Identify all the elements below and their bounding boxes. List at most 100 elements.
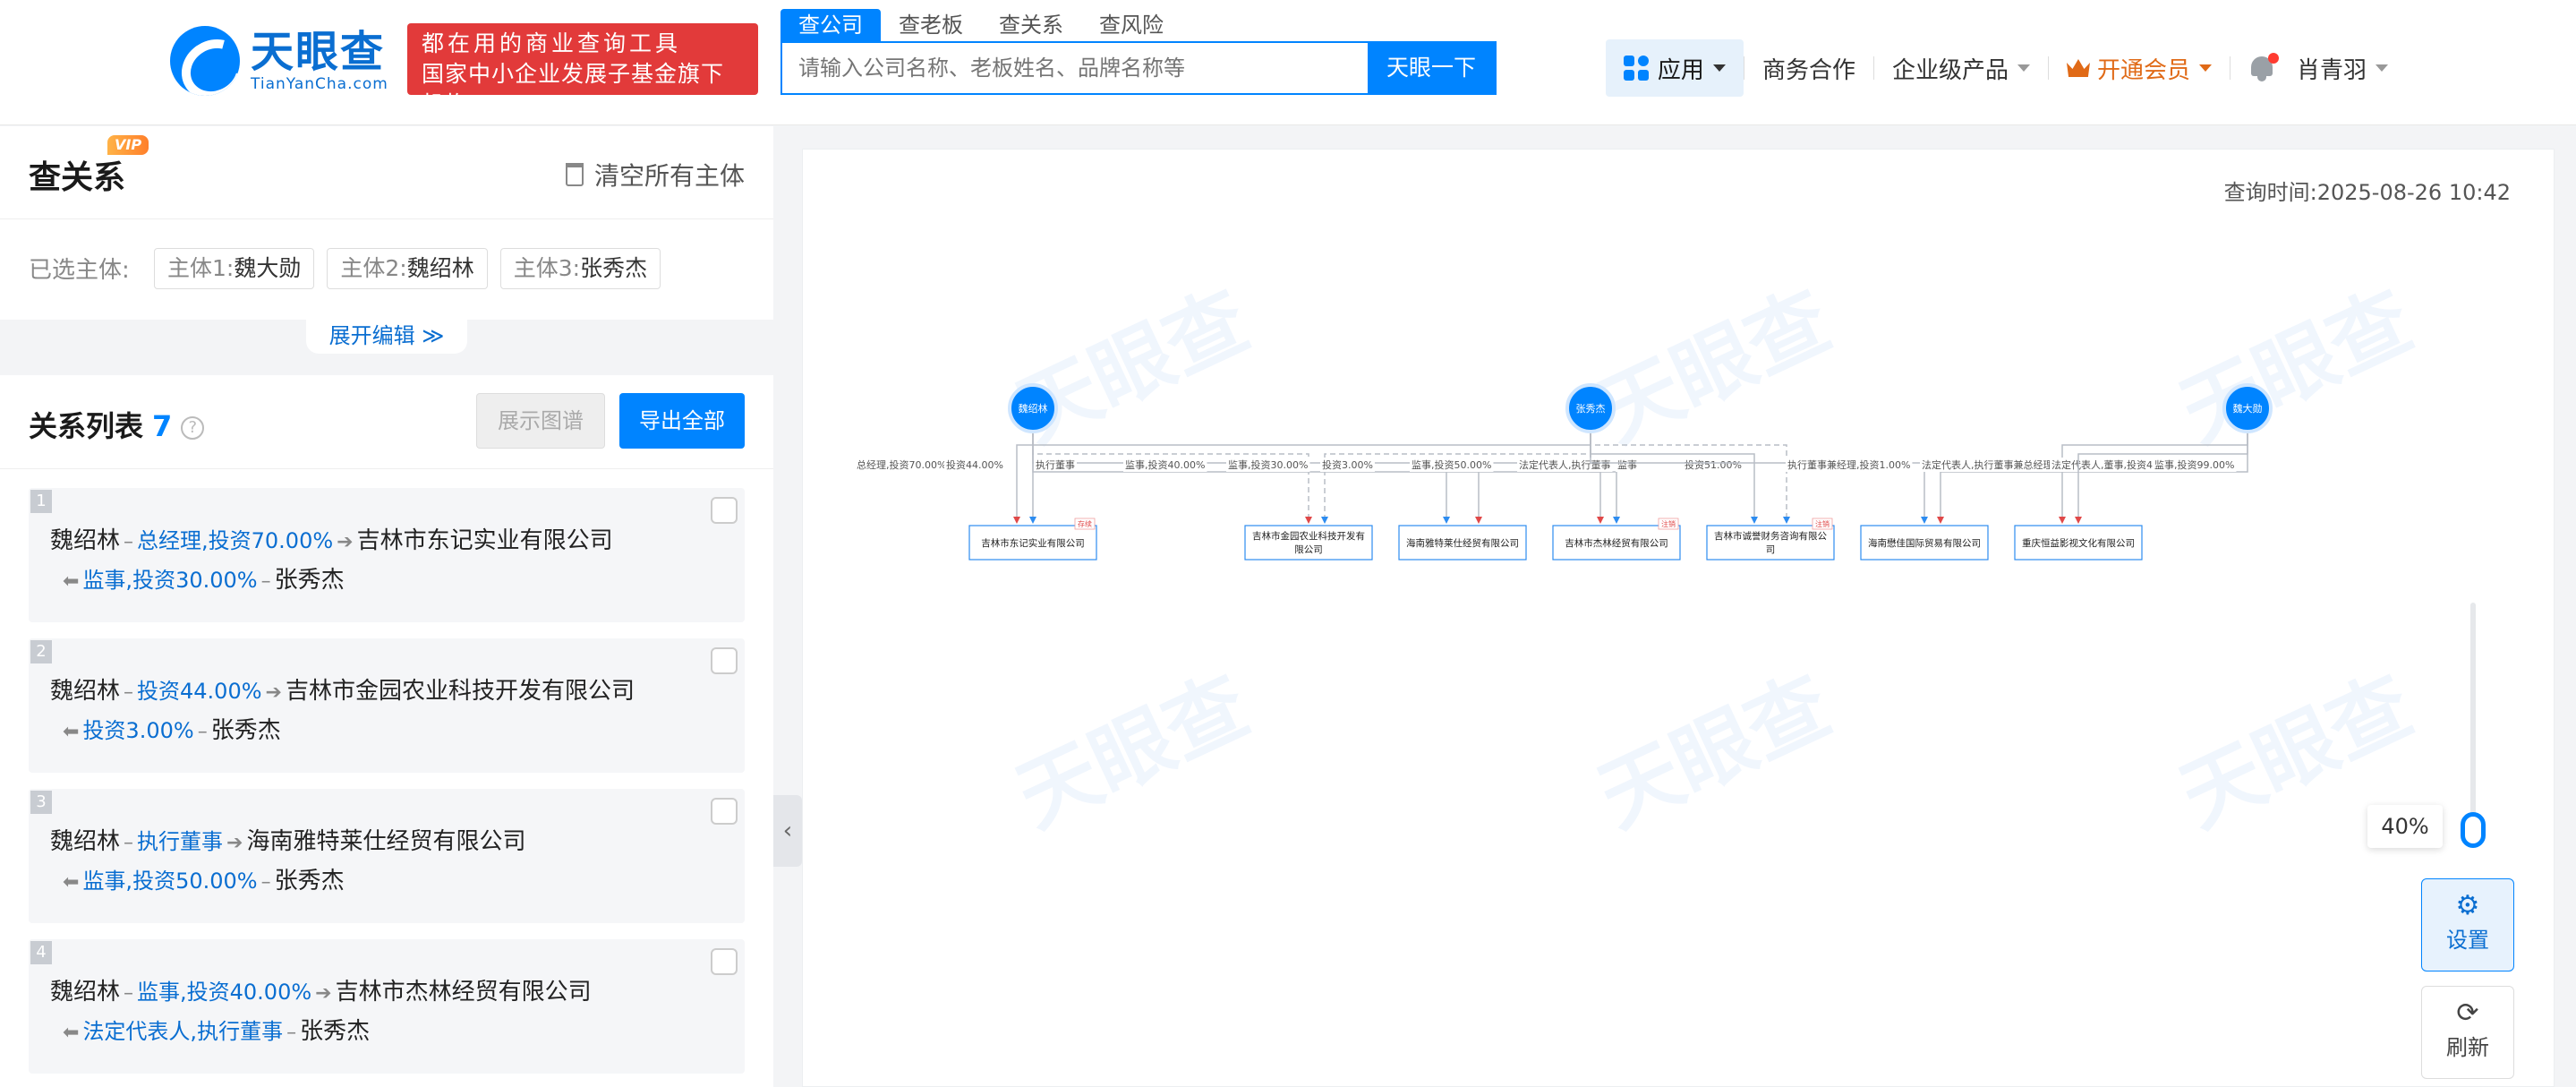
item-number: 2 xyxy=(30,640,52,663)
item-number: 4 xyxy=(30,941,52,964)
zoom-level: 40% xyxy=(2367,805,2443,848)
edge-arrow xyxy=(1029,517,1036,524)
relation-sidebar: 查关系 VIP 清空所有主体 已选主体: 主体1:魏大勋 主体2:魏绍林 主体3… xyxy=(0,126,773,1087)
settings-button[interactable]: ⚙ 设置 xyxy=(2421,878,2514,971)
show-graph-button[interactable]: 展示图谱 xyxy=(476,393,605,449)
notification-button[interactable] xyxy=(2231,53,2293,83)
item-checkbox[interactable] xyxy=(711,798,738,825)
refresh-button[interactable]: ⟳ 刷新 xyxy=(2421,986,2514,1079)
search-bar: 天眼一下 xyxy=(780,41,1497,95)
help-icon[interactable]: ? xyxy=(181,416,204,440)
refresh-icon: ⟳ xyxy=(2422,997,2513,1030)
user-menu[interactable]: 肖青羽 xyxy=(2293,52,2406,85)
tab-company[interactable]: 查公司 xyxy=(780,9,881,41)
entity-chip[interactable]: 主体1:魏大勋 xyxy=(154,248,314,289)
app-menu-label: 应用 xyxy=(1658,52,1704,85)
relation-edge xyxy=(1591,432,1787,522)
nav-vip[interactable]: 开通会员 xyxy=(2049,52,2230,85)
search-input[interactable] xyxy=(782,43,1368,93)
collapse-panel-button[interactable]: ‹ xyxy=(773,795,802,867)
tab-risk[interactable]: 查风险 xyxy=(1081,9,1181,41)
site-logo[interactable]: 天眼查 TianYanCha.com xyxy=(170,23,388,98)
search-tabs: 查公司 查老板 查关系 查风险 xyxy=(780,9,1181,41)
edge-arrow xyxy=(1321,517,1328,524)
edge-arrow xyxy=(1783,517,1790,524)
relation-graph-canvas[interactable]: 天眼查 天眼查 天眼查 天眼查 天眼查 天眼查 查询时间:2025-08-26 … xyxy=(802,149,2555,1087)
edge-arrow xyxy=(1613,517,1620,524)
edge-arrow xyxy=(1443,517,1450,524)
app-grid-icon xyxy=(1624,56,1649,81)
edge-label: 投资44.00% xyxy=(946,458,1003,471)
edge-label: 监事 xyxy=(1617,459,1637,471)
company-node-name: 重庆恒益影视文化有限公司 xyxy=(2022,537,2135,549)
relation-list-title: 关系列表7? xyxy=(29,404,204,445)
edge-label: 监事,投资50.00% xyxy=(1412,458,1491,471)
chevron-down-icon xyxy=(2199,64,2212,72)
export-all-button[interactable]: 导出全部 xyxy=(619,393,745,449)
edge-label: 执行董事 xyxy=(1036,458,1075,471)
edge-arrow xyxy=(1597,517,1604,524)
settings-label: 设置 xyxy=(2446,928,2489,953)
entity-chip[interactable]: 主体3:张秀杰 xyxy=(500,248,661,289)
item-checkbox[interactable] xyxy=(711,497,738,524)
relation-edge xyxy=(2062,432,2248,522)
user-name: 肖青羽 xyxy=(2297,52,2367,85)
relation-count: 7 xyxy=(152,409,172,443)
person-node-name: 张秀杰 xyxy=(1576,403,1606,415)
edge-arrow xyxy=(1937,517,1944,524)
item-number: 3 xyxy=(30,791,52,814)
zoom-slider-track[interactable] xyxy=(2470,603,2476,835)
company-node-name: 海南雅特莱仕经贸有限公司 xyxy=(1406,537,1519,549)
company-node-name: 吉林市金园农业科技开发有 xyxy=(1252,530,1365,542)
company-node-name-cont: 限公司 xyxy=(1294,544,1323,555)
company-status-badge: 注销 xyxy=(1815,519,1830,528)
relation-list: 1 魏绍林–总经理,投资70.00%➔吉林市东记实业有限公司 ⬅监事,投资30.… xyxy=(29,488,745,1087)
company-node-name-cont: 司 xyxy=(1766,544,1776,555)
selected-label: 已选主体: xyxy=(29,252,130,285)
company-status-badge: 存续 xyxy=(1078,519,1092,528)
nav-vip-label: 开通会员 xyxy=(2097,52,2190,85)
item-checkbox[interactable] xyxy=(711,647,738,674)
unread-dot xyxy=(2268,53,2279,64)
tab-relation[interactable]: 查关系 xyxy=(981,9,1081,41)
nav-business[interactable]: 商务合作 xyxy=(1744,52,1873,85)
company-node-name: 吉林市东记实业有限公司 xyxy=(981,537,1085,549)
panel-title: 查关系 xyxy=(29,151,125,198)
list-item[interactable]: 4 魏绍林–监事,投资40.00%➔吉林市杰林经贸有限公司 ⬅法定代表人,执行董… xyxy=(29,939,745,1074)
slogan-banner: 都在用的商业查询工具 国家中小企业发展子基金旗下机构 xyxy=(407,23,758,95)
company-status-badge: 注销 xyxy=(1661,519,1676,528)
slogan-line2: 国家中小企业发展子基金旗下机构 xyxy=(422,59,744,120)
top-header: 天眼查 TianYanCha.com 都在用的商业查询工具 国家中小企业发展子基… xyxy=(0,0,2576,125)
tab-boss[interactable]: 查老板 xyxy=(881,9,981,41)
entity-chip[interactable]: 主体2:魏绍林 xyxy=(327,248,487,289)
edge-arrow xyxy=(1013,517,1020,524)
list-item[interactable]: 3 魏绍林–执行董事➔海南雅特莱仕经贸有限公司 ⬅监事,投资50.00%–张秀杰 xyxy=(29,789,745,923)
edge-arrow xyxy=(1921,517,1928,524)
slogan-line1: 都在用的商业查询工具 xyxy=(422,29,744,59)
search-button[interactable]: 天眼一下 xyxy=(1368,43,1495,93)
expand-edit-button[interactable]: 展开编辑 ≫ xyxy=(306,318,467,354)
edge-arrow xyxy=(1751,517,1758,524)
chevron-down-icon xyxy=(2017,64,2030,72)
trash-icon xyxy=(566,163,584,186)
zoom-slider-handle[interactable] xyxy=(2461,812,2486,848)
edge-label: 总经理,投资70.00% xyxy=(857,458,946,471)
person-node-name: 魏大勋 xyxy=(2233,402,2263,415)
nav-enterprise[interactable]: 企业级产品 xyxy=(1874,52,2048,85)
nav-enterprise-label: 企业级产品 xyxy=(1892,52,2009,85)
edge-label: 执行董事兼经理,投资1.00% xyxy=(1787,458,1910,471)
clear-all-button[interactable]: 清空所有主体 xyxy=(566,157,745,193)
edge-arrow xyxy=(1305,517,1312,524)
chevron-down-icon xyxy=(2376,64,2388,72)
item-number: 1 xyxy=(30,490,52,513)
person-node-name: 魏绍林 xyxy=(1019,402,1048,415)
gear-icon: ⚙ xyxy=(2422,890,2513,922)
list-item[interactable]: 2 魏绍林–投资44.00%➔吉林市金园农业科技开发有限公司 ⬅投资3.00%–… xyxy=(29,638,745,773)
edge-arrow xyxy=(1475,517,1482,524)
selected-entities: 主体1:魏大勋 主体2:魏绍林 主体3:张秀杰 xyxy=(154,248,661,289)
refresh-label: 刷新 xyxy=(2446,1035,2489,1060)
item-checkbox[interactable] xyxy=(711,948,738,975)
logo-cn-text: 天眼查 xyxy=(251,29,388,75)
app-menu[interactable]: 应用 xyxy=(1606,39,1744,97)
list-item[interactable]: 1 魏绍林–总经理,投资70.00%➔吉林市东记实业有限公司 ⬅监事,投资30.… xyxy=(29,488,745,622)
